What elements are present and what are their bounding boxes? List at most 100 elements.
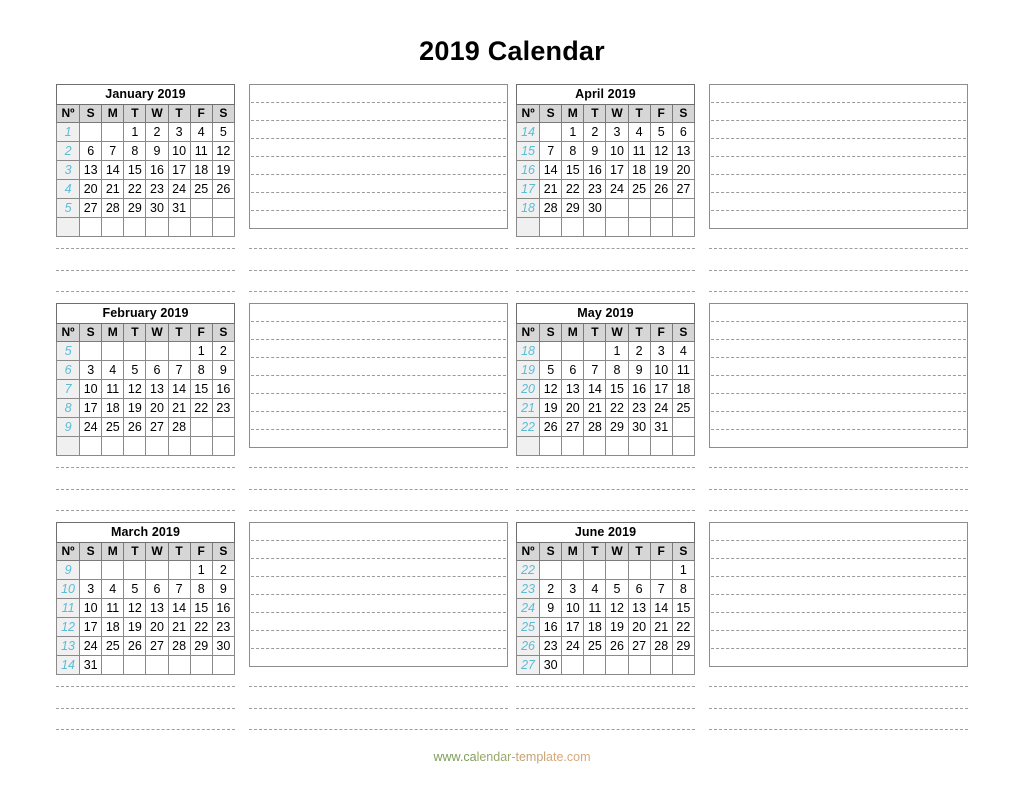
note-line[interactable] <box>711 376 966 394</box>
separator-line[interactable] <box>709 707 968 709</box>
note-line[interactable] <box>251 139 506 157</box>
note-line[interactable] <box>251 649 506 666</box>
day-cell[interactable]: 23 <box>539 636 563 656</box>
day-cell[interactable]: 17 <box>561 617 585 637</box>
day-cell[interactable]: 5 <box>211 122 236 142</box>
day-cell-empty[interactable] <box>211 655 236 675</box>
day-cell[interactable]: 25 <box>189 179 213 199</box>
note-line[interactable] <box>251 577 506 595</box>
day-cell[interactable]: 22 <box>123 179 147 199</box>
day-cell-empty[interactable] <box>123 655 147 675</box>
day-cell[interactable]: 13 <box>145 379 169 399</box>
day-cell[interactable]: 11 <box>189 141 213 161</box>
day-cell[interactable]: 23 <box>627 398 651 418</box>
separator-line[interactable] <box>249 707 508 709</box>
day-cell[interactable]: 6 <box>145 360 169 380</box>
separator-line[interactable] <box>249 686 508 687</box>
separator-line[interactable] <box>709 248 968 249</box>
day-cell[interactable]: 12 <box>123 379 147 399</box>
note-line[interactable] <box>711 613 966 631</box>
day-cell-empty[interactable] <box>79 341 103 361</box>
day-cell[interactable]: 14 <box>539 160 563 180</box>
note-line[interactable] <box>251 193 506 211</box>
separator-line[interactable] <box>709 686 968 687</box>
day-cell[interactable]: 12 <box>539 379 563 399</box>
separator-line[interactable] <box>709 269 968 271</box>
day-cell[interactable]: 11 <box>101 598 125 618</box>
day-cell-empty[interactable] <box>627 655 651 675</box>
day-cell[interactable]: 19 <box>123 617 147 637</box>
note-line[interactable] <box>711 559 966 577</box>
day-cell[interactable]: 14 <box>583 379 607 399</box>
separator-line[interactable] <box>709 510 968 511</box>
day-cell[interactable]: 2 <box>627 341 651 361</box>
day-cell[interactable]: 13 <box>145 598 169 618</box>
day-cell[interactable]: 17 <box>167 160 191 180</box>
day-cell-empty[interactable] <box>211 417 236 437</box>
note-line[interactable] <box>711 211 966 228</box>
day-cell[interactable]: 10 <box>167 141 191 161</box>
day-cell[interactable]: 7 <box>539 141 563 161</box>
separator-line[interactable] <box>56 510 235 511</box>
day-cell-empty[interactable] <box>79 122 103 142</box>
separator-line[interactable] <box>56 291 235 292</box>
day-cell[interactable]: 7 <box>167 579 191 599</box>
note-line[interactable] <box>251 211 506 228</box>
separator-line[interactable] <box>516 269 695 271</box>
day-cell[interactable]: 18 <box>101 617 125 637</box>
day-cell[interactable]: 5 <box>123 360 147 380</box>
day-cell-empty[interactable] <box>211 198 236 218</box>
separator-line[interactable] <box>249 269 508 271</box>
day-cell[interactable]: 25 <box>101 417 125 437</box>
day-cell[interactable]: 19 <box>211 160 236 180</box>
day-cell-empty[interactable] <box>671 217 696 237</box>
day-cell[interactable]: 11 <box>101 379 125 399</box>
day-cell-empty[interactable] <box>561 341 585 361</box>
separator-line[interactable] <box>709 291 968 292</box>
day-cell[interactable]: 5 <box>605 579 629 599</box>
day-cell[interactable]: 8 <box>189 360 213 380</box>
note-line[interactable] <box>711 541 966 559</box>
note-line[interactable] <box>251 322 506 340</box>
day-cell[interactable]: 10 <box>79 598 103 618</box>
day-cell[interactable]: 9 <box>211 579 236 599</box>
day-cell[interactable]: 29 <box>189 636 213 656</box>
day-cell[interactable]: 2 <box>145 122 169 142</box>
day-cell[interactable]: 6 <box>79 141 103 161</box>
day-cell-empty[interactable] <box>539 122 563 142</box>
separator-line[interactable] <box>56 686 235 687</box>
day-cell-empty[interactable] <box>561 436 585 456</box>
note-line[interactable] <box>251 175 506 193</box>
day-cell[interactable]: 6 <box>627 579 651 599</box>
day-cell-empty[interactable] <box>605 560 629 580</box>
day-cell[interactable]: 6 <box>145 579 169 599</box>
day-cell-empty[interactable] <box>145 436 169 456</box>
separator-line[interactable] <box>56 488 235 490</box>
day-cell[interactable]: 21 <box>101 179 125 199</box>
day-cell-empty[interactable] <box>145 655 169 675</box>
day-cell-empty[interactable] <box>627 217 651 237</box>
day-cell[interactable]: 12 <box>123 598 147 618</box>
separator-line[interactable] <box>249 729 508 730</box>
separator-group-left[interactable] <box>56 686 235 730</box>
day-cell[interactable]: 28 <box>101 198 125 218</box>
day-cell[interactable]: 18 <box>583 617 607 637</box>
day-cell[interactable]: 9 <box>583 141 607 161</box>
separator-group-right[interactable] <box>516 248 695 292</box>
day-cell[interactable]: 24 <box>561 636 585 656</box>
day-cell[interactable]: 8 <box>605 360 629 380</box>
day-cell[interactable]: 30 <box>145 198 169 218</box>
day-cell[interactable]: 4 <box>627 122 651 142</box>
separator-line[interactable] <box>56 729 235 730</box>
separator-line[interactable] <box>709 488 968 490</box>
separator-line[interactable] <box>56 707 235 709</box>
day-cell[interactable]: 18 <box>189 160 213 180</box>
day-cell[interactable]: 16 <box>211 379 236 399</box>
day-cell-empty[interactable] <box>123 217 147 237</box>
separator-line[interactable] <box>516 510 695 511</box>
note-line[interactable] <box>711 358 966 376</box>
day-cell[interactable]: 20 <box>145 617 169 637</box>
note-line[interactable] <box>251 157 506 175</box>
separator-group-left-notes[interactable] <box>249 248 516 292</box>
day-cell[interactable]: 27 <box>145 636 169 656</box>
